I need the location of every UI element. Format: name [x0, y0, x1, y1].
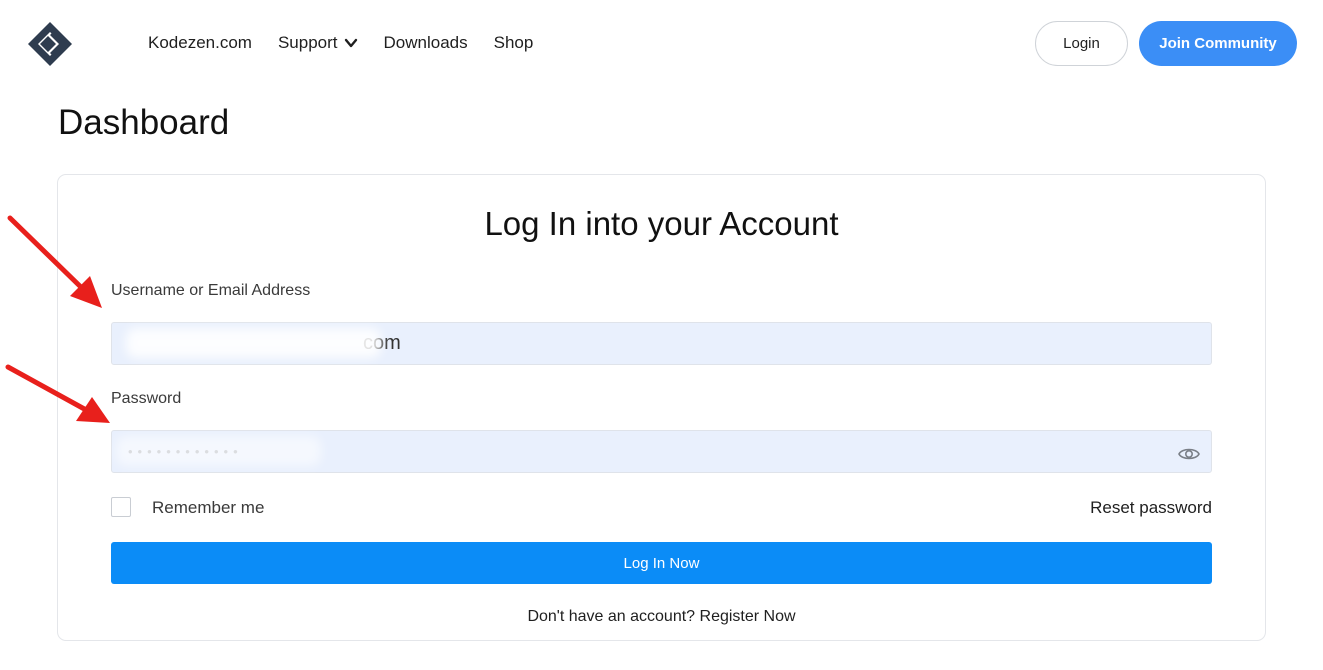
- nav-kodezen[interactable]: Kodezen.com: [148, 33, 252, 53]
- username-input[interactable]: [111, 322, 1212, 365]
- nav-downloads[interactable]: Downloads: [384, 33, 468, 53]
- nav-shop[interactable]: Shop: [494, 33, 534, 53]
- login-button[interactable]: Login: [1035, 21, 1128, 66]
- nav-shop-label: Shop: [493, 33, 534, 52]
- nav-kodezen-label: Kodezen.com: [148, 33, 252, 52]
- nav-support-label: Support: [277, 33, 338, 52]
- reset-password-link[interactable]: Reset password: [1090, 498, 1212, 518]
- register-now-link[interactable]: Register Now: [700, 608, 796, 625]
- nav-downloads-label: Downloads: [383, 33, 468, 52]
- register-prompt: Don't have an account?: [527, 608, 696, 625]
- show-password-eye-icon[interactable]: [1178, 445, 1200, 463]
- remember-me-checkbox[interactable]: [111, 497, 131, 517]
- register-row: Don't have an account? Register Now: [58, 608, 1265, 626]
- form-title: Log In into your Account: [484, 205, 839, 242]
- kodezen-logo-icon[interactable]: [26, 20, 78, 68]
- log-in-now-button[interactable]: Log In Now: [111, 542, 1212, 584]
- login-card: Log In into your Account Username or Ema…: [57, 174, 1266, 641]
- site-header: Kodezen.com Support Downloads Shop Login…: [0, 0, 1323, 86]
- chevron-down-icon: [344, 38, 357, 48]
- main-nav: Kodezen.com Support Downloads Shop: [148, 31, 533, 55]
- join-community-button[interactable]: Join Community: [1139, 21, 1297, 66]
- page-title: Dashboard: [58, 103, 230, 142]
- nav-support[interactable]: Support: [278, 33, 358, 53]
- password-input[interactable]: [111, 430, 1212, 473]
- username-label: Username or Email Address: [111, 282, 311, 299]
- remember-me-label[interactable]: Remember me: [152, 498, 264, 518]
- password-label: Password: [111, 390, 182, 407]
